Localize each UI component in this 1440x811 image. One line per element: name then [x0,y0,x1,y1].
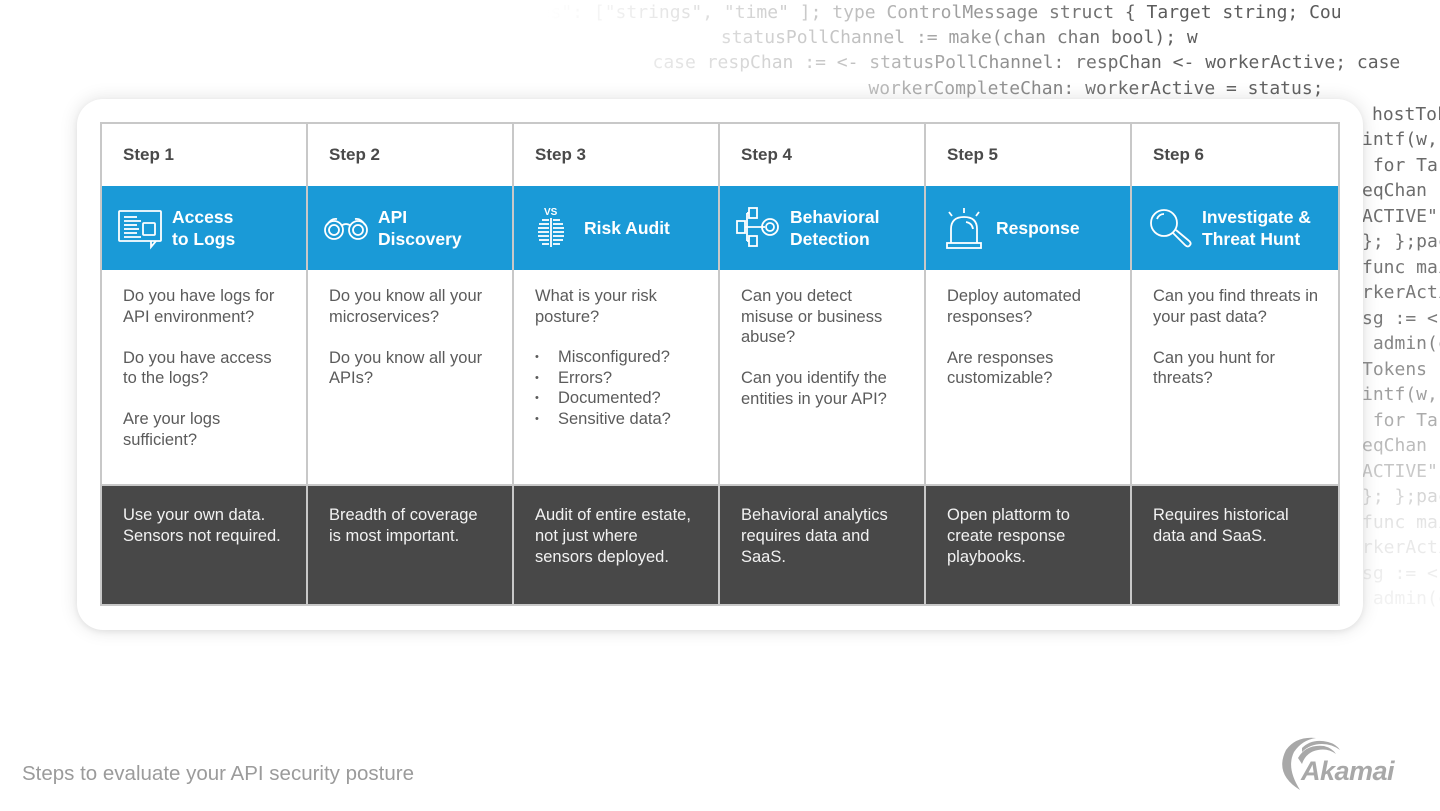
step-questions: Do you know all your microservices? Do y… [308,270,514,484]
code-line: intf(w, [1362,384,1438,405]
code-line: admin(c [1372,588,1440,609]
step-header-behavioral-detection: Behavioral Detection [720,186,926,270]
step-label: Step 4 [720,124,926,186]
steps-table: Step 1 Step 2 Step 3 Step 4 Step 5 Step … [100,122,1340,606]
step-questions: Do you have logs for API environment? Do… [102,270,308,484]
step-label: Step 2 [308,124,514,186]
code-line: }; };pac [1362,486,1440,507]
step-label: Step 6 [1132,124,1338,186]
code-line: ACTIVE" [1362,461,1438,482]
question: What is your risk posture? [535,287,657,326]
code-line: sg := <- [1362,308,1440,329]
question: Do you know all your APIs? [329,348,483,388]
question: Do you know all your microservices? [329,287,483,326]
step-note: Requires historical data and SaaS. [1132,484,1338,604]
step-questions: Deploy automated responses? Are response… [926,270,1132,484]
svg-text:VS: VS [544,207,558,218]
question: Can you find threats in your past data? [1153,287,1319,326]
step-header-risk-audit: VS Risk Audit [514,186,720,270]
step-questions: What is your risk posture? Misconfigured… [514,270,720,484]
step-title: Response [996,218,1080,238]
code-line: statusPollChannel := make(chan chan bool… [580,27,1198,48]
question: Are responses customizable? [947,348,1054,388]
code-line: workerCompleteChan: workerActive = statu… [760,78,1324,99]
question: Do you have access to the logs? [123,348,272,388]
checklist-item: Misconfigured? [535,347,700,368]
step-header-response: Response [926,186,1132,270]
step-header-api-discovery: API Discovery [308,186,514,270]
risk-checklist: Misconfigured? Errors? Documented? Sensi… [535,347,700,429]
code-line: sg := <- [1362,563,1440,584]
question: Can you hunt for threats? [1153,348,1275,388]
step-title: Risk Audit [584,218,670,238]
checklist-item: Sensitive data? [535,409,700,430]
checklist-item: Documented? [535,388,700,409]
step-title: Behavioral Detection [790,207,880,249]
step-header-access-logs: Access to Logs [102,186,308,270]
alarm-siren-icon [940,204,988,252]
step-note: Behavioral analytics requires data and S… [720,484,926,604]
binoculars-icon [322,204,370,252]
code-line: ages": ["strings", "time" ]; type Contro… [518,2,1342,23]
code-line: }; };pac [1362,231,1440,252]
step-note: Use your own data. Sensors not required. [102,484,308,604]
checklist-item: Errors? [535,368,700,389]
step-title: Investigate & Threat Hunt [1202,207,1311,249]
step-questions: Can you detect misuse or business abuse?… [720,270,926,484]
behavior-flow-target-icon [734,204,782,252]
code-line: hostTok [1372,104,1440,125]
code-line: intf(w, [1362,129,1438,150]
figure-caption: Steps to evaluate your API security post… [22,762,414,785]
code-line: rkerActi [1362,537,1440,558]
question: Deploy automated responses? [947,287,1081,326]
step-label: Step 1 [102,124,308,186]
code-line: admin(c [1372,333,1440,354]
code-line: eqChan [1362,180,1428,201]
step-title: API Discovery [378,207,462,249]
step-note: Breadth of coverage is most important. [308,484,514,604]
code-line: for Tar [1372,410,1440,431]
step-label: Step 3 [514,124,720,186]
code-line: rkerActi [1362,282,1440,303]
step-questions: Can you find threats in your past data? … [1132,270,1338,484]
code-line: eqChan [1362,435,1428,456]
log-document-icon [116,204,164,252]
code-line: ACTIVE" [1362,206,1438,227]
akamai-logo-text: Akamai [1301,756,1395,786]
step-label: Step 5 [926,124,1132,186]
risk-comparison-icon: VS [528,204,576,252]
code-line: Tokens [1362,359,1428,380]
magnifier-icon [1146,204,1194,252]
question: Can you detect misuse or business abuse? [741,287,883,346]
step-note: Open plattorm to create response playboo… [926,484,1132,604]
question: Can you identify the entities in your AP… [741,369,887,408]
question: Do you have logs for API environment? [123,287,275,326]
question: Are your logs sufficient? [123,410,221,449]
step-note: Audit of entire estate, not just where s… [514,484,720,604]
step-header-investigate: Investigate & Threat Hunt [1132,186,1338,270]
code-line: func mai [1362,257,1440,278]
step-title: Access to Logs [172,207,236,249]
code-line: case respChan := <- statusPollChannel: r… [620,52,1401,73]
code-line: for Tar [1372,155,1440,176]
code-line: func mai [1362,512,1440,533]
